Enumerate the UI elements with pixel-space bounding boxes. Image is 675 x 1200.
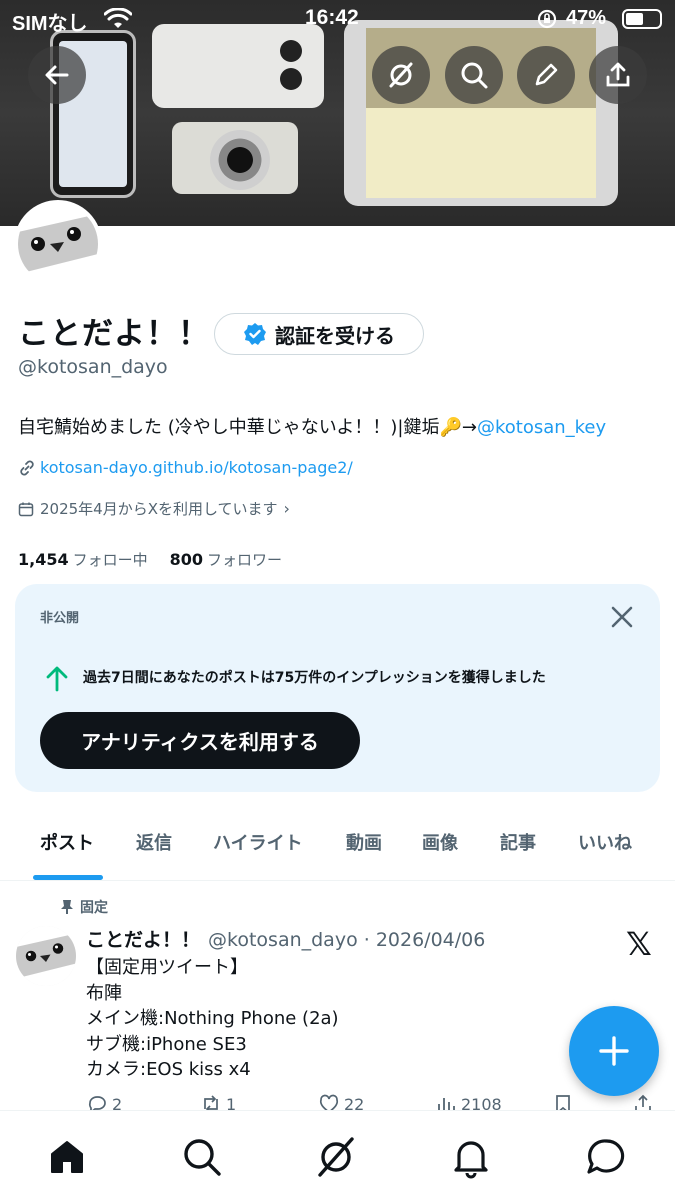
post-header: ことだよ！！ @kotosan_dayo · 2026/04/06 — [86, 925, 485, 952]
back-icon — [45, 65, 69, 85]
analytics-button[interactable]: アナリティクスを利用する — [40, 712, 360, 769]
analytics-card: 非公開 過去7日間にあなたのポストは75万件のインプレッションを獲得しました ア… — [15, 584, 660, 792]
post-line: 布陣 — [86, 982, 122, 1004]
rotation-lock-icon — [537, 9, 557, 29]
grok-icon — [389, 62, 413, 88]
banner-camera — [172, 122, 298, 194]
home-icon — [51, 1141, 83, 1173]
joined-date: 2025年4月からXを利用しています — [40, 500, 278, 518]
profile-avatar[interactable] — [14, 200, 102, 288]
edit-icon — [535, 63, 558, 86]
following-count: 1,454 — [18, 550, 69, 569]
website-link[interactable]: kotosan-dayo.github.io/kotosan-page2/ — [40, 458, 353, 477]
compose-button[interactable] — [569, 1006, 659, 1096]
post-author-name[interactable]: ことだよ！！ — [86, 929, 200, 951]
tab-highlights[interactable]: ハイライト — [213, 829, 303, 855]
search-icon — [461, 62, 488, 89]
pinned-indicator: 固定 — [60, 897, 108, 917]
battery-icon — [622, 9, 662, 29]
post-meta: @kotosan_dayo · 2026/04/06 — [208, 929, 486, 951]
search-button[interactable] — [445, 46, 503, 104]
profile-tabs: ポスト 返信 ハイライト 動画 画像 記事 いいね — [0, 815, 675, 881]
post-line: サブ機:iPhone SE3 — [86, 1033, 247, 1055]
bio-mention-link[interactable]: @kotosan_key — [477, 417, 606, 438]
wifi-icon — [104, 8, 132, 28]
profile-bio: 自宅鯖始めました (冷やし中華じゃないよ！！)|鍵垢🔑→@kotosan_key — [18, 413, 606, 439]
tab-likes[interactable]: いいね — [578, 829, 632, 855]
back-button[interactable] — [28, 46, 86, 104]
followers-label: フォロワー — [207, 551, 283, 569]
status-bar: SIMなし 16:42 47% — [0, 0, 675, 38]
active-tab-indicator — [33, 875, 103, 880]
calendar-icon — [18, 502, 34, 516]
get-verified-button[interactable]: 認証を受ける — [214, 313, 424, 355]
clock: 16:42 — [305, 6, 359, 29]
search-icon — [184, 1139, 221, 1176]
bell-icon — [454, 1141, 488, 1179]
nav-messages[interactable] — [584, 1135, 628, 1179]
post-line: メイン機:Nothing Phone (2a) — [86, 1008, 339, 1029]
x-logo-icon[interactable]: 𝕏 — [626, 925, 652, 963]
get-verified-label: 認証を受ける — [275, 323, 395, 348]
pin-icon — [61, 900, 73, 914]
close-icon[interactable] — [609, 604, 635, 630]
verified-badge-icon — [244, 323, 266, 345]
following-stat[interactable]: 1,454 フォロー中 — [18, 549, 148, 570]
bio-text: 自宅鯖始めました (冷やし中華じゃないよ！！)|鍵垢🔑→ — [18, 417, 477, 438]
post-line: 【固定用ツイート】 — [86, 957, 248, 978]
grok-icon — [318, 1137, 354, 1177]
arrow-up-icon — [46, 666, 68, 692]
website-row[interactable]: kotosan-dayo.github.io/kotosan-page2/ — [18, 458, 353, 477]
joined-row[interactable]: 2025年4月からXを利用しています › — [18, 498, 290, 519]
battery-percent: 47% — [566, 7, 607, 29]
pinned-label: 固定 — [80, 900, 108, 916]
follow-stats: 1,454 フォロー中 800 フォロワー — [18, 549, 282, 570]
nav-search[interactable] — [180, 1135, 224, 1179]
bottom-nav — [0, 1110, 675, 1200]
nav-notifications[interactable] — [449, 1135, 493, 1179]
tab-posts[interactable]: ポスト — [40, 829, 94, 855]
carrier-label: SIMなし — [12, 13, 88, 35]
followers-count: 800 — [169, 550, 204, 569]
tab-videos[interactable]: 動画 — [346, 829, 382, 855]
impressions-message: 過去7日間にあなたのポストは75万件のインプレッションを獲得しました — [83, 670, 546, 686]
profile-handle: @kotosan_dayo — [18, 356, 168, 378]
plus-icon — [599, 1036, 629, 1066]
post-text: 【固定用ツイート】 布陣 メイン機:Nothing Phone (2a) サブ機… — [86, 955, 339, 1083]
nav-grok[interactable] — [314, 1135, 358, 1179]
profile-name: ことだよ！！ — [18, 316, 210, 352]
post-avatar[interactable] — [16, 926, 76, 986]
private-label: 非公開 — [40, 611, 80, 626]
following-label: フォロー中 — [72, 551, 148, 569]
chat-bubble-icon — [587, 1139, 625, 1174]
followers-stat[interactable]: 800 フォロワー — [170, 549, 282, 570]
tab-articles[interactable]: 記事 — [500, 829, 536, 855]
edit-button[interactable] — [517, 46, 575, 104]
share-icon — [606, 62, 630, 87]
grok-button[interactable] — [372, 46, 430, 104]
chevron-right-icon: › — [283, 499, 290, 518]
nav-home[interactable] — [45, 1135, 89, 1179]
link-icon — [20, 460, 34, 475]
tab-replies[interactable]: 返信 — [136, 829, 172, 855]
post-line: カメラ:EOS kiss x4 — [86, 1059, 251, 1080]
tab-images[interactable]: 画像 — [422, 829, 458, 855]
share-button[interactable] — [589, 46, 647, 104]
